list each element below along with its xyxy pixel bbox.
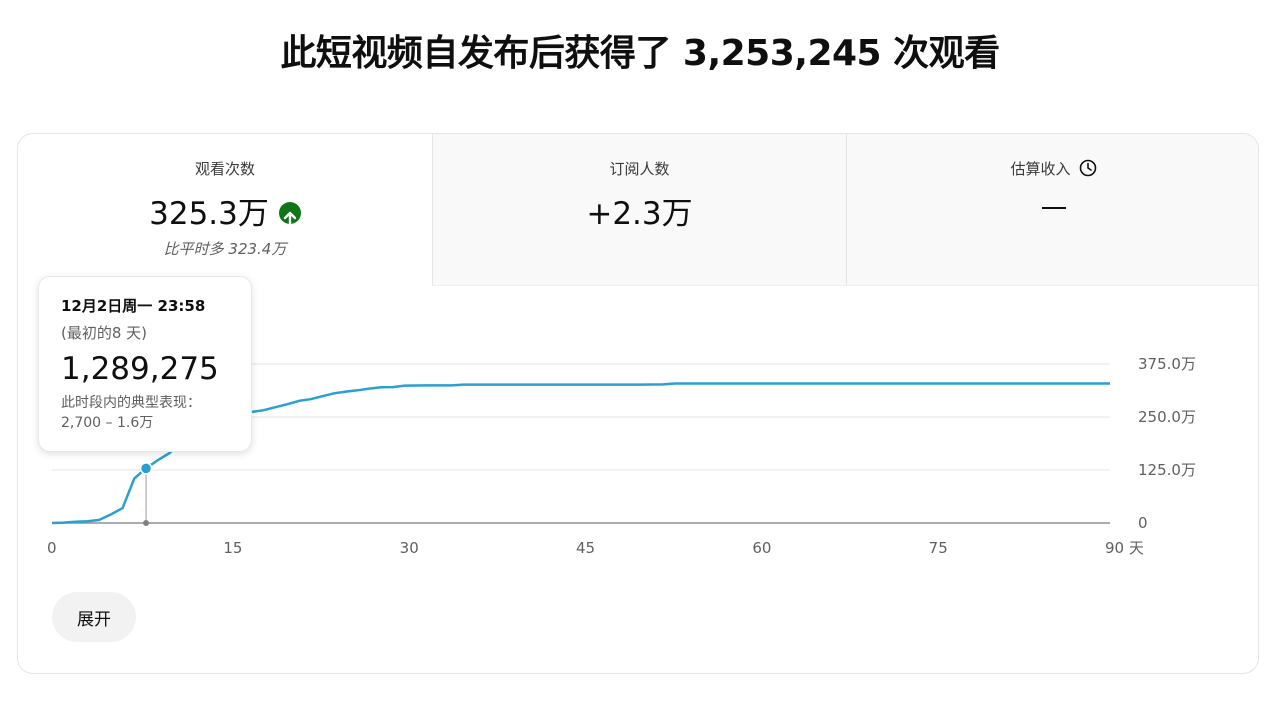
x-tick-label: 90 天 (1105, 539, 1144, 557)
tooltip-date: 12月2日周一 23:58 (61, 297, 206, 315)
x-tick-label: 60 (752, 539, 771, 557)
y-tick-label: 250.0万 (1138, 408, 1196, 426)
x-tick-label: 45 (576, 539, 595, 557)
highlight-point (139, 462, 153, 475)
x-tick-label: 0 (47, 539, 57, 557)
x-tick-label: 15 (223, 539, 242, 557)
chart-tooltip: 12月2日周一 23:58 (最初的8 天) 1,289,275 此时段内的典型… (38, 276, 252, 452)
y-tick-label: 0 (1138, 514, 1148, 532)
tooltip-range: (最初的8 天) (61, 324, 148, 342)
tooltip-note-label: 此时段内的典型表现： (61, 395, 201, 411)
y-tick-label: 375.0万 (1138, 355, 1196, 373)
x-tick-label: 75 (929, 539, 948, 557)
tooltip-note-range: 2,700 – 1.6万 (61, 415, 154, 431)
expand-button[interactable]: 展开 (52, 592, 136, 642)
tooltip-value: 1,289,275 (61, 351, 219, 387)
x-tick-label: 30 (400, 539, 419, 557)
y-tick-label: 125.0万 (1138, 461, 1196, 479)
page-headline: 此短视频自发布后获得了 3,253,245 次观看 (280, 33, 1000, 74)
hover-axis-marker (143, 520, 150, 526)
analytics-card: 观看次数 325.3万 比平时多 323.4万 订阅人数 +2.3万 估算收入 … (17, 133, 1259, 674)
tooltip-note: 此时段内的典型表现： 2,700 – 1.6万 (61, 393, 229, 433)
